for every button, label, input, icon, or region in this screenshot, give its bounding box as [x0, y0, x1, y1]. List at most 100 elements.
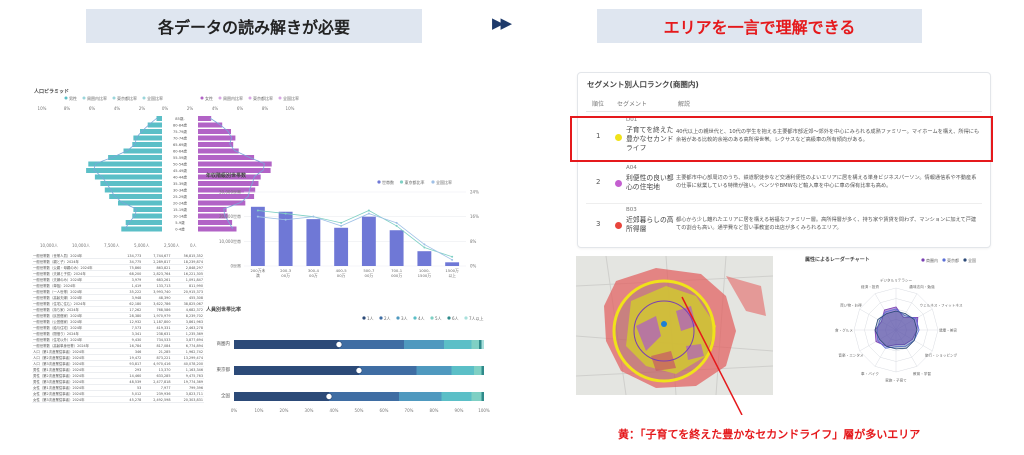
header-divider	[586, 111, 982, 112]
y-tick: 20,000世帯	[219, 213, 241, 219]
axis-tick: 4%	[212, 106, 219, 111]
income-bar	[306, 219, 321, 266]
axis-tick: 6%	[237, 106, 244, 111]
household-segment	[471, 392, 482, 401]
income-chart: 年収階級別世帯数 世帯数 東京都比率 全国比率 30,000世帯 20,000世帯 10,…	[204, 173, 490, 290]
ratio-point	[367, 209, 370, 212]
x-tick: 40%	[330, 408, 339, 413]
ratio-point	[423, 243, 426, 246]
household-segment	[399, 392, 442, 401]
axis-tick: 8%	[262, 106, 269, 111]
male-bar	[118, 200, 162, 206]
table-cell-value: 2,492,598	[142, 396, 172, 404]
x-tick: 20%	[280, 408, 289, 413]
arrow-icon: ▶▶	[492, 14, 512, 32]
male-bar	[86, 168, 162, 173]
female-bar	[198, 142, 234, 147]
household-segment	[444, 340, 472, 349]
segment-ranking-title: セグメント別人口ランク(商圏内)	[587, 80, 699, 89]
legend-marker	[200, 96, 204, 100]
segment-name: 近郊暮らしの高所得層	[626, 216, 674, 233]
radar-axis-label: 趣味志向・勉強	[909, 284, 935, 289]
household-chart: 人員別世帯比率 1人 2人 3人 4人 5人 6人 7人以上 商圏内 東京都 全国 0% 10% 20%…	[204, 306, 490, 414]
legend-marker	[431, 180, 435, 184]
segment-desc: 都心から少し離れたエリアに居を構える裕福なファミリー層。高所得層が多く、持ち家や…	[676, 217, 977, 231]
x-tick: 50%	[355, 408, 364, 413]
male-bar	[133, 207, 162, 212]
ratio-point	[340, 224, 343, 227]
legend-label: 男性	[69, 95, 77, 101]
row-label: 商圏内	[217, 340, 231, 347]
ratio-point	[423, 246, 426, 249]
radar-axis-label: 車・バイク	[861, 371, 879, 376]
income-bar	[389, 230, 404, 266]
x-tick: 0%	[231, 408, 238, 413]
radar-axis-label: 食・グルメ	[835, 328, 853, 333]
male-bar	[100, 181, 162, 186]
legend-marker	[82, 96, 86, 100]
row-label: 東京都	[217, 366, 231, 373]
female-bar	[198, 148, 239, 154]
axis-tick: 2,500人	[164, 243, 179, 248]
segment-marker	[355, 367, 363, 374]
ratio-point	[312, 215, 315, 218]
legend-marker	[413, 316, 417, 320]
ratio-point	[256, 215, 259, 218]
age-label: 70-74歳	[173, 136, 187, 141]
female-bar	[198, 135, 236, 141]
x-tick: 00万	[281, 273, 290, 278]
x-tick: 80%	[430, 408, 439, 413]
left-banner-text: 各データの読み解きが必要	[157, 18, 350, 37]
legend-marker	[218, 96, 222, 100]
age-label: 0-4歳	[175, 227, 185, 232]
axis-tick: 10,000人	[72, 243, 90, 248]
male-bar	[156, 116, 162, 121]
age-label: 60-64歳	[173, 149, 187, 154]
radar-chart: 属性によるレーダーチャート 商圏内 東京都 全国 デジタルリテラシー 趣味志向・勉強 ウェ…	[803, 256, 989, 395]
household-segment	[234, 392, 329, 401]
highlight-box	[570, 116, 993, 162]
legend-label: 東京都比率	[253, 95, 273, 101]
age-label: 35-39歳	[173, 181, 187, 186]
age-label: 40-44歳	[173, 175, 187, 180]
x-tick: 30%	[305, 408, 314, 413]
legend-label: 全国	[968, 257, 976, 263]
legend-label: 1人	[367, 316, 374, 321]
income-bar	[361, 216, 376, 266]
age-label: 25-29歳	[173, 194, 187, 199]
household-segment	[481, 340, 484, 349]
header-rank: 順位	[592, 101, 605, 108]
legend-label: 全国比率	[283, 95, 299, 101]
ratio-point	[451, 258, 454, 261]
legend-marker	[248, 96, 252, 100]
household-chart-svg: 1人 2人 3人 4人 5人 6人 7人以上商圏内東京都全国 0% 10% 20% 30% 40% 50…	[217, 315, 490, 413]
legend-marker	[377, 180, 381, 184]
income-bar	[417, 251, 432, 266]
legend-label: 東京都	[947, 257, 959, 263]
household-segment	[481, 392, 484, 401]
ratio-point	[340, 221, 343, 224]
segment-row-3[interactable]: 3 B03 近郊暮らしの高所得層 都心から少し離れたエリアに居を構える裕福なファ…	[578, 205, 992, 245]
legend-marker	[396, 316, 400, 320]
male-bar	[132, 142, 162, 147]
segment-code: B03	[626, 207, 637, 213]
radar-axis-label: デジタルリテラシー	[880, 278, 913, 283]
axis-tick: 0人	[190, 243, 197, 248]
legend-marker	[921, 258, 925, 262]
x-tick: 1500万	[418, 273, 432, 278]
x-tick: 00万	[337, 273, 346, 278]
segment-row-2[interactable]: 2 A04 利便性の良い都心の住宅地 主要都市中心部周辺のうち、鉄道駅徒歩など交…	[578, 163, 992, 203]
female-bar	[198, 116, 212, 121]
legend-marker	[430, 316, 434, 320]
legend-label: 全国比率	[147, 95, 163, 101]
axis-tick: 2%	[187, 106, 194, 111]
left-banner: 各データの読み解きが必要	[86, 9, 422, 43]
annotation-text: 黄：「子育てを終えた豊かなセカンドライフ」層が多いエリア	[618, 428, 921, 441]
legend-label: 東京都比率	[405, 179, 425, 185]
income-bar	[334, 227, 349, 266]
male-bar	[132, 213, 162, 219]
stats-table: 一般世帯数（世帯人員）2024年 134,773 7,744,677 56,815,3…	[32, 253, 204, 404]
axis-tick: 0%	[162, 106, 169, 111]
axis-tick: 5,000人	[134, 243, 149, 248]
header-segment: セグメント	[617, 101, 648, 108]
